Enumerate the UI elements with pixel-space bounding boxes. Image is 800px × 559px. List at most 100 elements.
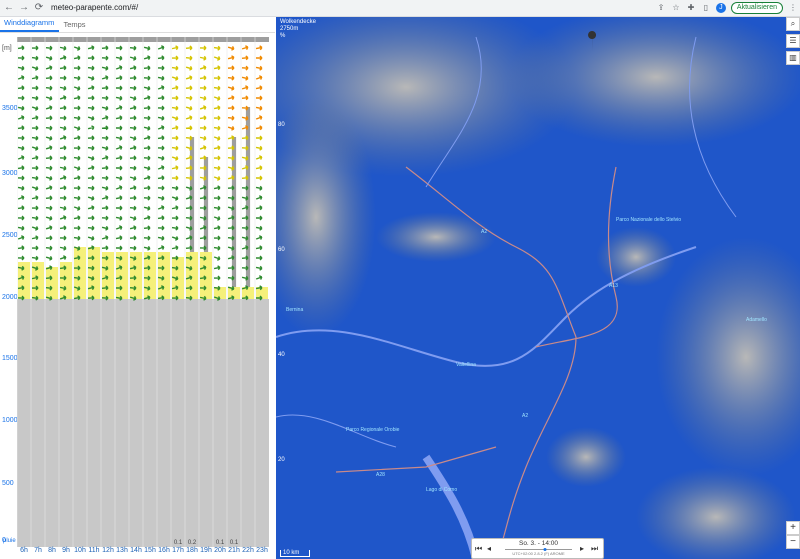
wind-arrow <box>129 75 137 81</box>
wind-arrow <box>17 225 25 231</box>
zoom-in-button[interactable]: + <box>786 521 800 535</box>
settings-sliders-icon[interactable]: ☰ <box>786 34 800 48</box>
map-scale-tick: 60 <box>278 247 285 253</box>
wind-arrow <box>73 126 81 131</box>
search-icon[interactable]: ⌕ <box>786 17 800 31</box>
wind-arrow <box>45 195 53 201</box>
wind-arrow <box>213 75 221 81</box>
wind-arrow <box>31 135 39 141</box>
wind-arrow <box>185 165 193 171</box>
cloud-map[interactable]: Wolkendecke 2750m % 80 60 40 20 Bernina V… <box>276 17 800 559</box>
rain-value: 0.2 <box>187 540 197 546</box>
wind-arrow <box>241 65 249 71</box>
wind-arrow <box>143 115 151 121</box>
wind-arrow <box>115 235 123 241</box>
thermal-bar <box>228 287 240 299</box>
wind-arrow <box>157 185 165 191</box>
hour-label: 6h <box>20 547 28 554</box>
wind-arrow <box>87 45 95 51</box>
sidepanel-icon[interactable]: ▯ <box>701 3 711 13</box>
thermal-bar <box>130 252 142 299</box>
skip-forward-icon[interactable]: ⏭ <box>591 544 598 554</box>
wind-arrow <box>31 186 39 191</box>
wind-arrow <box>101 75 109 80</box>
wind-arrow <box>241 75 249 81</box>
wind-arrow <box>87 205 95 211</box>
wind-arrow <box>157 235 165 241</box>
wind-arrow <box>241 255 249 261</box>
forward-icon[interactable]: → <box>18 2 30 14</box>
wind-arrow <box>59 125 67 131</box>
y-tick-label: 2000 <box>2 294 18 301</box>
wind-arrow <box>185 45 193 51</box>
wind-arrow <box>157 225 165 231</box>
wind-arrow <box>31 115 39 121</box>
wind-arrow <box>171 65 179 71</box>
wind-arrow <box>213 185 221 191</box>
wind-arrow <box>45 215 53 221</box>
wind-arrow <box>256 95 263 101</box>
wind-arrow <box>31 146 39 151</box>
tab-temps[interactable]: Temps <box>59 20 90 32</box>
wind-arrow <box>227 225 235 231</box>
wind-arrow <box>73 65 81 71</box>
wind-arrow <box>73 175 81 181</box>
address-bar[interactable]: meteo-parapente.com/#/ <box>51 2 138 14</box>
wind-arrow <box>227 75 235 81</box>
zoom-out-button[interactable]: − <box>786 535 800 549</box>
back-icon[interactable]: ← <box>3 2 15 14</box>
wind-arrow <box>59 55 67 60</box>
wind-arrow <box>185 245 193 251</box>
wind-arrow <box>31 245 39 251</box>
wind-arrow <box>171 156 179 161</box>
wind-arrow <box>17 175 25 181</box>
tab-winddiagramm[interactable]: Winddiagramm <box>0 18 60 32</box>
wind-arrow <box>17 65 25 71</box>
wind-arrow <box>143 225 151 231</box>
wind-arrow <box>73 135 81 141</box>
wind-arrow <box>185 95 193 101</box>
map-place-label: Parco Nazionale dello Stelvio <box>616 217 682 223</box>
wind-arrow <box>101 205 109 211</box>
wind-arrow <box>17 185 25 191</box>
chart-icon[interactable]: ▥ <box>786 51 800 65</box>
wind-arrow <box>213 125 221 131</box>
y-axis-unit: [m] <box>2 45 12 52</box>
wind-arrow <box>31 75 39 81</box>
wind-arrow <box>129 56 137 61</box>
wind-arrow <box>17 205 25 211</box>
wind-arrow <box>101 185 109 191</box>
thermal-bar <box>74 247 86 299</box>
wind-arrow <box>171 175 179 181</box>
wind-arrow <box>129 185 137 191</box>
wind-arrow <box>17 85 25 91</box>
bookmark-star-icon[interactable]: ☆ <box>671 3 681 13</box>
wind-arrow <box>31 106 39 111</box>
profile-avatar[interactable]: J <box>715 3 726 13</box>
wind-arrow <box>199 85 207 91</box>
map-place-label: Adamello <box>746 317 767 323</box>
wind-diagram-chart[interactable] <box>17 37 269 547</box>
step-forward-icon[interactable]: ▸ <box>580 544 584 553</box>
wind-arrow <box>171 145 179 151</box>
step-back-icon[interactable]: ◂ <box>487 544 491 553</box>
skip-back-icon[interactable]: ⏮ <box>475 544 482 554</box>
y-tick-label: 2500 <box>2 232 18 239</box>
wind-arrow <box>213 136 221 141</box>
wind-arrow <box>227 265 235 271</box>
reload-icon[interactable]: ⟳ <box>33 2 45 14</box>
more-menu-icon[interactable]: ⋮ <box>788 3 798 13</box>
update-button[interactable]: Aktualisieren <box>730 2 783 14</box>
share-icon[interactable]: ⇪ <box>656 3 666 13</box>
hour-label: 13h <box>116 547 128 554</box>
wind-arrow <box>199 205 207 211</box>
extensions-icon[interactable]: ✚ <box>686 3 696 13</box>
wind-arrow <box>185 215 193 221</box>
wind-arrow <box>59 225 67 231</box>
wind-arrow <box>241 95 249 101</box>
wind-arrow <box>87 175 95 181</box>
wind-arrow <box>73 166 81 171</box>
wind-arrow <box>87 185 95 191</box>
wind-arrow <box>129 245 137 251</box>
wind-arrow <box>73 145 81 151</box>
